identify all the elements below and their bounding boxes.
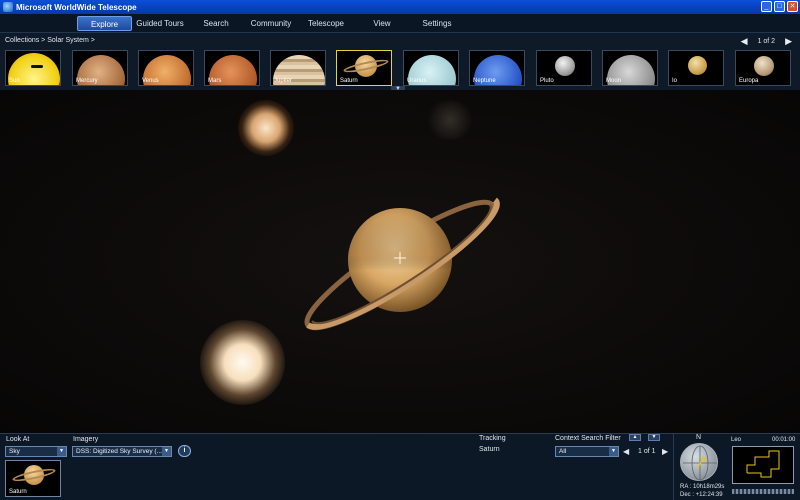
constellation-mini-map[interactable] — [732, 446, 794, 484]
tab-explore[interactable]: Explore — [77, 16, 132, 31]
imagery-label: Imagery — [73, 436, 99, 443]
info-icon: i — [183, 447, 186, 454]
main-menu-bar: Explore Guided Tours Search Community Te… — [0, 14, 800, 33]
window-title: Microsoft WorldWide Telescope — [16, 2, 137, 12]
maximize-button[interactable]: □ — [774, 1, 785, 12]
thumb-saturn[interactable]: Saturn — [336, 50, 392, 86]
compass-north-label: N — [696, 434, 702, 441]
tab-guided-tours[interactable]: Guided Tours — [134, 16, 186, 31]
thumb-jupiter[interactable]: Jupiter — [270, 50, 326, 86]
minimize-button[interactable]: _ — [761, 1, 772, 12]
thumb-label: Saturn — [9, 489, 27, 495]
page-indicator: 1 of 2 — [757, 38, 776, 45]
thumb-sun[interactable]: Sun — [5, 50, 61, 86]
thumb-label: Saturn — [340, 78, 358, 84]
thumb-europa[interactable]: Europa — [735, 50, 791, 86]
app-logo-icon — [3, 2, 13, 12]
filter-up-button[interactable]: ▲ — [629, 434, 641, 441]
faint-moon-glow — [425, 100, 475, 140]
context-filter-label: Context Search Filter — [555, 435, 621, 442]
thumb-mercury[interactable]: Mercury — [72, 50, 128, 86]
thumb-label: Io — [672, 78, 678, 84]
thumb-label: Mercury — [76, 78, 98, 84]
tab-view[interactable]: View — [366, 16, 398, 31]
thumb-label: Moon — [606, 78, 622, 84]
thumb-moon[interactable]: Moon — [602, 50, 658, 86]
context-filter-select[interactable]: All ▼ — [555, 446, 619, 457]
tab-telescope[interactable]: Telescope — [304, 16, 348, 31]
title-bar: Microsoft WorldWide Telescope _ □ ✕ — [0, 0, 800, 14]
ra-readout: RA : 10h18m29s — [680, 484, 725, 490]
thumb-mars[interactable]: Mars — [204, 50, 260, 86]
look-at-value: Sky — [9, 448, 20, 455]
bottom-control-panel: Look At Sky ▼ Imagery DSS: Digitized Sky… — [0, 433, 800, 500]
saturn-planet — [304, 197, 500, 331]
thumb-neptune[interactable]: Neptune — [469, 50, 525, 86]
next-page-icon[interactable]: ▶ — [785, 36, 792, 47]
thumb-label: Europa — [739, 78, 759, 84]
thumb-label: Pluto — [540, 78, 554, 84]
dec-readout: Dec : +12:24:39 — [680, 492, 723, 498]
context-next-icon[interactable]: ▶ — [662, 447, 668, 456]
context-filter-value: All — [559, 448, 567, 455]
thumb-label: Jupiter — [274, 78, 293, 84]
context-page-indicator: 1 of 1 — [638, 448, 656, 455]
thumb-label: Mars — [208, 78, 222, 84]
thumb-label: Neptune — [473, 78, 496, 84]
tab-community[interactable]: Community — [246, 16, 296, 31]
prev-page-icon[interactable]: ◀ — [741, 36, 748, 47]
bright-moon-glow — [200, 320, 285, 405]
filter-down-button[interactable]: ▼ — [648, 434, 660, 441]
breadcrumb[interactable]: Collections > Solar System > — [5, 37, 95, 44]
collection-pager: ◀ 1 of 2 ▶ — [741, 36, 792, 47]
tab-search[interactable]: Search — [196, 16, 236, 31]
thumb-io[interactable]: Io — [668, 50, 724, 86]
thumb-pluto[interactable]: Pluto — [536, 50, 592, 86]
panel-divider — [673, 434, 674, 500]
thumb-label: Sun — [9, 78, 20, 84]
info-button[interactable]: i — [178, 445, 191, 457]
chevron-down-icon: ▼ — [609, 447, 618, 456]
look-at-select[interactable]: Sky ▼ — [5, 446, 67, 457]
compass-globe[interactable] — [680, 443, 718, 481]
thumb-venus[interactable]: Venus — [138, 50, 194, 86]
time-readout: 00:01:00 — [772, 437, 796, 443]
imagery-value: DSS: Digitized Sky Survey (... — [76, 448, 162, 455]
collection-strip: Collections > Solar System > ◀ 1 of 2 ▶ … — [0, 33, 800, 90]
imagery-select[interactable]: DSS: Digitized Sky Survey (... ▼ — [72, 446, 172, 457]
tracking-label: Tracking — [479, 435, 506, 442]
look-at-label: Look At — [6, 436, 30, 443]
thumb-label: Venus — [142, 78, 159, 84]
chevron-down-icon: ▼ — [57, 447, 66, 456]
tracking-value: Saturn — [479, 446, 500, 453]
close-button[interactable]: ✕ — [787, 1, 798, 12]
thumb-label: Uranus — [407, 78, 427, 84]
compass-icon — [683, 445, 717, 481]
thumb-uranus[interactable]: Uranus — [403, 50, 459, 86]
window-controls: _ □ ✕ — [761, 1, 798, 12]
sky-view[interactable] — [0, 90, 800, 433]
context-prev-icon[interactable]: ◀ — [623, 447, 629, 456]
moon-glow — [238, 100, 294, 156]
chevron-down-icon: ▼ — [162, 447, 171, 456]
time-scrubber[interactable] — [732, 489, 794, 494]
current-object-thumb[interactable]: Saturn — [5, 460, 61, 497]
constellation-label: Leo — [731, 437, 742, 443]
constellation-outline-icon — [746, 450, 780, 478]
tab-settings[interactable]: Settings — [416, 16, 458, 31]
